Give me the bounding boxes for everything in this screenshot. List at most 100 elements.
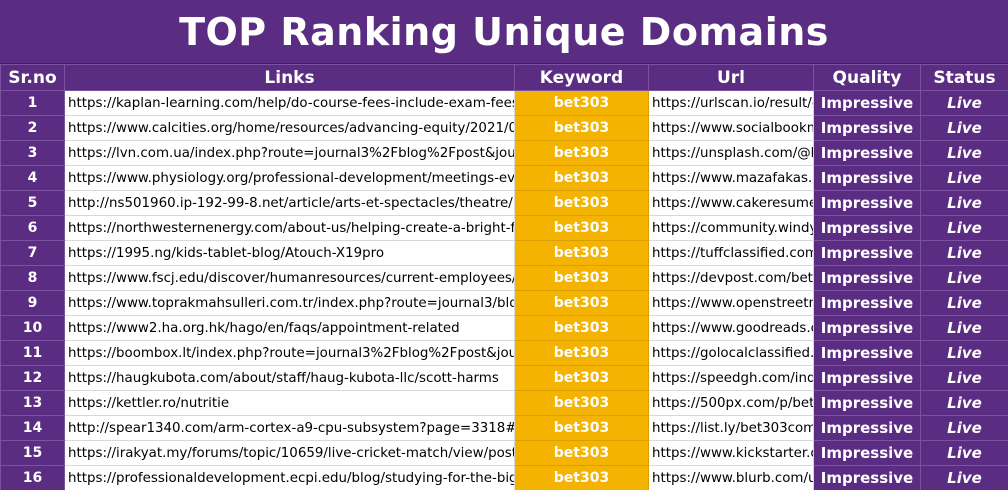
link-cell[interactable]: https://lvn.com.ua/index.php?route=journ… [64,140,515,166]
link-cell[interactable]: https://boombox.lt/index.php?route=journ… [64,340,515,366]
link-cell[interactable]: https://northwesternenergy.com/about-us/… [64,215,515,241]
sr-no-cell[interactable]: 8 [0,265,65,291]
keyword-cell[interactable]: bet303 [514,140,649,166]
sr-no-cell[interactable]: 14 [0,415,65,441]
keyword-cell[interactable]: bet303 [514,90,649,116]
quality-cell[interactable]: Impressive [813,365,921,391]
sr-no-cell[interactable]: 10 [0,315,65,341]
keyword-cell[interactable]: bet303 [514,465,649,490]
keyword-cell[interactable]: bet303 [514,315,649,341]
status-cell[interactable]: Live [920,290,1008,316]
quality-cell[interactable]: Impressive [813,190,921,216]
status-cell[interactable]: Live [920,415,1008,441]
status-cell[interactable]: Live [920,340,1008,366]
url-cell[interactable]: https://community.windy. [648,215,814,241]
quality-cell[interactable]: Impressive [813,215,921,241]
quality-cell[interactable]: Impressive [813,240,921,266]
url-cell[interactable]: https://speedgh.com/inde [648,365,814,391]
link-cell[interactable]: https://www.physiology.org/professional-… [64,165,515,191]
link-cell[interactable]: https://www2.ha.org.hk/hago/en/faqs/appo… [64,315,515,341]
link-cell[interactable]: https://kettler.ro/nutritie [64,390,515,416]
keyword-cell[interactable]: bet303 [514,440,649,466]
keyword-cell[interactable]: bet303 [514,240,649,266]
sr-no-cell[interactable]: 2 [0,115,65,141]
link-cell[interactable]: https://1995.ng/kids-tablet-blog/Atouch-… [64,240,515,266]
sr-no-cell[interactable]: 12 [0,365,65,391]
quality-cell[interactable]: Impressive [813,340,921,366]
column-header-srno[interactable]: Sr.no [0,64,65,91]
quality-cell[interactable]: Impressive [813,315,921,341]
link-cell[interactable]: https://www.toprakmahsulleri.com.tr/inde… [64,290,515,316]
link-cell[interactable]: http://spear1340.com/arm-cortex-a9-cpu-s… [64,415,515,441]
keyword-cell[interactable]: bet303 [514,215,649,241]
quality-cell[interactable]: Impressive [813,440,921,466]
status-cell[interactable]: Live [920,440,1008,466]
status-cell[interactable]: Live [920,190,1008,216]
sr-no-cell[interactable]: 1 [0,90,65,116]
sr-no-cell[interactable]: 4 [0,165,65,191]
url-cell[interactable]: https://www.mazafakas.co [648,165,814,191]
link-cell[interactable]: https://kaplan-learning.com/help/do-cour… [64,90,515,116]
status-cell[interactable]: Live [920,365,1008,391]
quality-cell[interactable]: Impressive [813,140,921,166]
sr-no-cell[interactable]: 13 [0,390,65,416]
url-cell[interactable]: https://www.openstreetm [648,290,814,316]
keyword-cell[interactable]: bet303 [514,340,649,366]
url-cell[interactable]: https://tuffclassified.com [648,240,814,266]
column-header-url[interactable]: Url [648,64,814,91]
link-cell[interactable]: https://www.calcities.org/home/resources… [64,115,515,141]
url-cell[interactable]: https://www.goodreads.co [648,315,814,341]
sr-no-cell[interactable]: 16 [0,465,65,490]
link-cell[interactable]: https://www.fscj.edu/discover/humanresou… [64,265,515,291]
status-cell[interactable]: Live [920,240,1008,266]
link-cell[interactable]: https://haugkubota.com/about/staff/haug-… [64,365,515,391]
url-cell[interactable]: https://www.socialbookm [648,115,814,141]
url-cell[interactable]: https://list.ly/bet303com/ [648,415,814,441]
keyword-cell[interactable]: bet303 [514,115,649,141]
quality-cell[interactable]: Impressive [813,390,921,416]
keyword-cell[interactable]: bet303 [514,365,649,391]
status-cell[interactable]: Live [920,140,1008,166]
keyword-cell[interactable]: bet303 [514,190,649,216]
link-cell[interactable]: http://ns501960.ip-192-99-8.net/article/… [64,190,515,216]
quality-cell[interactable]: Impressive [813,465,921,490]
keyword-cell[interactable]: bet303 [514,165,649,191]
status-cell[interactable]: Live [920,90,1008,116]
sr-no-cell[interactable]: 6 [0,215,65,241]
status-cell[interactable]: Live [920,315,1008,341]
quality-cell[interactable]: Impressive [813,90,921,116]
status-cell[interactable]: Live [920,265,1008,291]
url-cell[interactable]: https://urlscan.io/result/c [648,90,814,116]
keyword-cell[interactable]: bet303 [514,390,649,416]
url-cell[interactable]: https://500px.com/p/bet3 [648,390,814,416]
status-cell[interactable]: Live [920,165,1008,191]
column-header-quality[interactable]: Quality [813,64,921,91]
sr-no-cell[interactable]: 15 [0,440,65,466]
column-header-keyword[interactable]: Keyword [514,64,649,91]
sr-no-cell[interactable]: 3 [0,140,65,166]
keyword-cell[interactable]: bet303 [514,265,649,291]
sr-no-cell[interactable]: 9 [0,290,65,316]
quality-cell[interactable]: Impressive [813,265,921,291]
sr-no-cell[interactable]: 11 [0,340,65,366]
status-cell[interactable]: Live [920,115,1008,141]
url-cell[interactable]: https://golocalclassified.co [648,340,814,366]
column-header-links[interactable]: Links [64,64,515,91]
url-cell[interactable]: https://www.kickstarter.co [648,440,814,466]
keyword-cell[interactable]: bet303 [514,415,649,441]
status-cell[interactable]: Live [920,465,1008,490]
sr-no-cell[interactable]: 5 [0,190,65,216]
status-cell[interactable]: Live [920,390,1008,416]
sr-no-cell[interactable]: 7 [0,240,65,266]
status-cell[interactable]: Live [920,215,1008,241]
link-cell[interactable]: https://professionaldevelopment.ecpi.edu… [64,465,515,490]
keyword-cell[interactable]: bet303 [514,290,649,316]
quality-cell[interactable]: Impressive [813,290,921,316]
url-cell[interactable]: https://devpost.com/bet3 [648,265,814,291]
quality-cell[interactable]: Impressive [813,165,921,191]
column-header-status[interactable]: Status [920,64,1008,91]
quality-cell[interactable]: Impressive [813,115,921,141]
url-cell[interactable]: https://www.cakeresume. [648,190,814,216]
quality-cell[interactable]: Impressive [813,415,921,441]
link-cell[interactable]: https://irakyat.my/forums/topic/10659/li… [64,440,515,466]
